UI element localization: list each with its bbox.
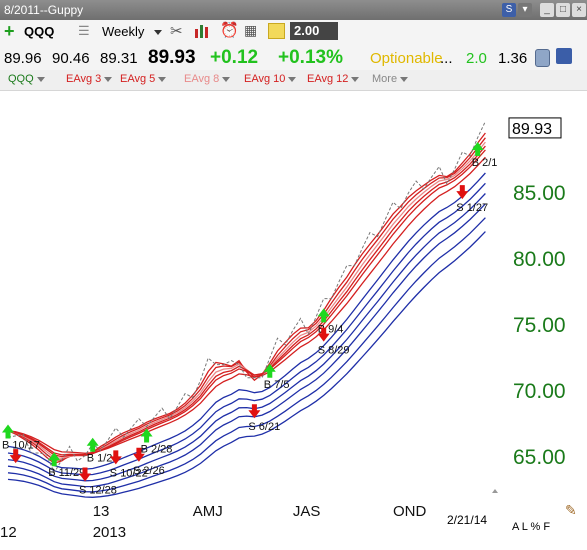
add-icon[interactable]: + — [4, 22, 20, 40]
calculator-icon[interactable]: ▦ — [244, 22, 257, 39]
alarm-clock-icon[interactable]: ⏰ — [220, 21, 239, 39]
chart-area[interactable]: B 10/17 B 11/29 S 12/28 B 1/2 S 10/22 B 2/28 S… — [0, 91, 587, 545]
link-icon[interactable]: S — [502, 3, 516, 17]
footer-date: 2/21/14 — [447, 513, 488, 527]
maximize-icon[interactable]: □ — [556, 3, 570, 17]
study-label: EAvg 3 — [66, 73, 102, 85]
study-eavg-3[interactable]: EAvg 3 — [66, 73, 113, 85]
symbol-field[interactable]: QQQ — [24, 24, 54, 39]
long-ema-line — [7, 231, 486, 498]
database-icon[interactable] — [535, 49, 550, 67]
note-icon[interactable] — [268, 23, 285, 39]
y-tick-label: 70.00 — [513, 380, 566, 403]
chevron-down-icon — [36, 76, 45, 82]
y-tick-label: 65.00 — [513, 446, 566, 469]
signal-label: S 6/21 — [248, 421, 280, 433]
dropdown-icon[interactable]: ▾ — [518, 3, 532, 17]
long-ema-line — [7, 217, 486, 493]
study-label: EAvg 12 — [307, 73, 349, 85]
signal-label: S 1/27 — [456, 202, 488, 214]
chart-footer: 2/21/14 A L % F ✎ — [0, 502, 587, 545]
chevron-down-icon — [104, 76, 113, 82]
price-line — [7, 121, 486, 474]
signal-label: S 8/29 — [318, 345, 350, 357]
study-eavg-10[interactable]: EAvg 10 — [244, 73, 297, 85]
buy-signal: B 2/1 — [471, 142, 498, 169]
study-label: More — [372, 73, 398, 85]
long-ema-line — [7, 182, 486, 476]
chevron-down-icon — [351, 76, 360, 82]
tools-icon[interactable]: ✂ — [170, 22, 183, 40]
y-tick-label: 85.00 — [513, 182, 566, 205]
date-marker-icon — [492, 489, 498, 493]
chevron-down-icon — [288, 76, 297, 82]
short-ema-line — [7, 137, 486, 461]
period-value: Weekly — [102, 24, 145, 39]
scale-options[interactable]: A L % F — [512, 521, 550, 533]
quote-bar: 89.96 90.46 89.31 89.93 +0.12 +0.13% Opt… — [0, 44, 587, 70]
long-ema-line — [7, 193, 486, 482]
optionable-label[interactable]: Optionable — [370, 50, 443, 67]
quote-last: 89.93 — [148, 47, 196, 68]
chevron-down-icon — [400, 76, 409, 82]
bar-chart-icon[interactable] — [194, 23, 210, 38]
signal-label: B 7/5 — [264, 379, 290, 391]
study-eavg-8[interactable]: EAvg 8 — [184, 73, 231, 85]
short-ema-line — [7, 141, 486, 459]
value-box[interactable]: 2.00 — [290, 22, 338, 40]
close-icon[interactable]: × — [572, 3, 586, 17]
buy-signal: B 2/28 — [140, 428, 173, 455]
study-label: EAvg 5 — [120, 73, 156, 85]
study-label: EAvg 8 — [184, 73, 220, 85]
symbol-toolbar: + QQQ ☰ Weekly ✂ ⏰ ▦ 2.00 — [0, 20, 587, 44]
window-titlebar: 8/2011--Guppy S ▾ _ □ × — [0, 0, 587, 20]
study-eavg-5[interactable]: EAvg 5 — [120, 73, 167, 85]
quote-high: 90.46 — [52, 50, 90, 67]
quote-v1: 2.0 — [466, 50, 487, 67]
window-title: 8/2011--Guppy — [4, 3, 84, 17]
long-ema-line — [7, 172, 486, 470]
signal-label: S 12/28 — [79, 485, 117, 497]
y-tick-label: 75.00 — [513, 314, 566, 337]
sell-signal: S 6/21 — [248, 404, 280, 433]
y-tick-label: 80.00 — [513, 248, 566, 271]
signal-label: B 10/17 — [2, 440, 40, 452]
study-label: EAvg 10 — [244, 73, 286, 85]
chevron-down-icon — [158, 76, 167, 82]
studies-bar: QQQ EAvg 3 EAvg 5 EAvg 8 EAvg 10 EAvg 12 More — [0, 70, 587, 91]
study-qqq[interactable]: QQQ — [8, 73, 45, 85]
quote-change-pct: +0.13% — [278, 47, 343, 68]
guppy-chart[interactable]: B 10/17B 11/29S 12/28B 1/2S 10/22B 2/28S… — [0, 91, 587, 545]
save-icon[interactable] — [556, 48, 572, 64]
study-eavg-12[interactable]: EAvg 12 — [307, 73, 360, 85]
signal-label: S 2/26 — [133, 465, 165, 477]
last-price-label: 89.93 — [512, 121, 552, 138]
signal-label: B 2/28 — [141, 443, 173, 455]
sell-signal: S 1/27 — [456, 185, 488, 214]
study-label: QQQ — [8, 73, 34, 85]
period-select[interactable]: Weekly — [102, 24, 163, 39]
pencil-icon[interactable]: ✎ — [565, 502, 577, 519]
short-ema-line — [7, 149, 486, 456]
quote-change: +0.12 — [210, 47, 259, 68]
study-more[interactable]: More — [372, 73, 409, 85]
signal-label: B 2/1 — [472, 157, 498, 169]
signal-label: B 11/29 — [48, 467, 85, 479]
down-arrow-icon — [456, 185, 469, 200]
value-box-text: 2.00 — [294, 23, 320, 38]
quote-low: 89.31 — [100, 50, 138, 67]
chevron-down-icon — [222, 76, 231, 82]
quote-ellipsis[interactable]: ... — [440, 50, 453, 67]
minimize-icon[interactable]: _ — [540, 3, 554, 17]
signal-label: B 1/2 — [87, 453, 113, 465]
up-arrow-icon — [2, 424, 14, 439]
quote-v2: 1.36 — [498, 50, 528, 67]
chevron-down-icon — [154, 30, 163, 36]
buy-signal: B 7/5 — [263, 363, 290, 391]
quote-open: 89.96 — [4, 50, 42, 67]
list-icon[interactable]: ☰ — [78, 23, 90, 39]
